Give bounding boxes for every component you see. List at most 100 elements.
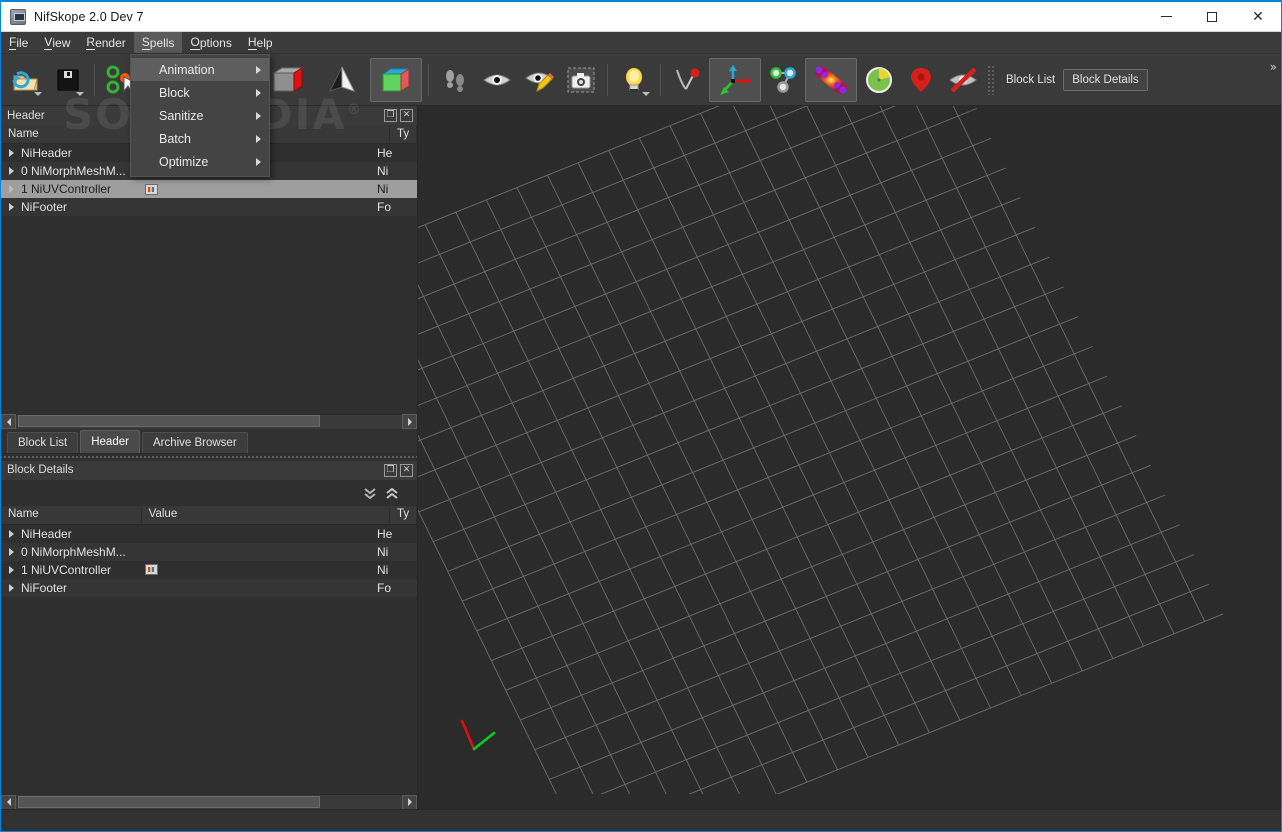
menu-item-batch[interactable]: Batch xyxy=(131,127,269,150)
eye-button[interactable] xyxy=(477,58,517,102)
block-list-toolbar-label[interactable]: Block List xyxy=(998,74,1063,86)
scroll-track[interactable] xyxy=(16,795,402,810)
node-graph-icon xyxy=(770,66,796,93)
float-panel-icon[interactable]: ❐ xyxy=(384,109,397,122)
block-details-toolbar-button[interactable]: Block Details xyxy=(1063,68,1148,91)
toolbar-grip[interactable] xyxy=(987,64,995,95)
scroll-track[interactable] xyxy=(16,414,402,429)
table-row[interactable]: 1 NiUVController Ni xyxy=(1,561,417,579)
menu-view[interactable]: View xyxy=(36,32,78,53)
menu-options[interactable]: Options xyxy=(182,32,239,53)
menu-help[interactable]: Help xyxy=(240,32,281,53)
menu-render[interactable]: Render xyxy=(78,32,133,53)
block-details-horizontal-scrollbar[interactable] xyxy=(1,794,417,810)
menu-item-block[interactable]: Block xyxy=(131,81,269,104)
column-header-name[interactable]: Name xyxy=(1,505,142,524)
axes-gizmo-button[interactable] xyxy=(709,57,761,102)
expand-arrow-icon[interactable] xyxy=(1,167,21,175)
menu-file[interactable]: File xyxy=(1,32,36,53)
menu-spells-label: pells xyxy=(149,35,175,50)
cube-colored-icon xyxy=(381,67,411,92)
expand-arrow-icon[interactable] xyxy=(1,583,21,592)
table-row[interactable]: NiFooter Fo xyxy=(1,578,417,597)
lightbulb-button[interactable] xyxy=(614,58,654,102)
scroll-thumb[interactable] xyxy=(18,795,320,808)
expand-arrow-icon[interactable] xyxy=(1,149,21,157)
menu-item-sanitize[interactable]: Sanitize xyxy=(131,104,269,127)
close-panel-icon[interactable]: ✕ xyxy=(400,463,413,477)
maximize-button[interactable] xyxy=(1189,2,1235,32)
open-file-button[interactable] xyxy=(6,58,46,102)
tab-block-list[interactable]: Block List xyxy=(7,431,79,453)
table-row[interactable]: 1 NiUVController Ni xyxy=(1,180,417,198)
menu-file-label: ile xyxy=(16,35,29,50)
toolbar-overflow-button[interactable]: » xyxy=(1270,60,1277,74)
cube-colored-button[interactable] xyxy=(370,57,422,102)
expand-arrow-icon[interactable] xyxy=(1,565,21,574)
menu-item-optimize-label: Optimize xyxy=(159,154,209,169)
tab-archive-browser[interactable]: Archive Browser xyxy=(141,431,248,453)
table-row[interactable]: NiHeader He xyxy=(1,525,417,543)
color-wheel-button[interactable] xyxy=(859,58,899,102)
row-name: 0 NiMorphMeshM... xyxy=(21,164,126,178)
window-title: NifSkope 2.0 Dev 7 xyxy=(34,9,144,24)
shading-flat-button[interactable] xyxy=(316,58,368,102)
footprints-button[interactable] xyxy=(435,58,475,102)
eye-edit-button[interactable] xyxy=(519,58,559,102)
row-name: NiFooter xyxy=(21,580,68,595)
expand-all-button[interactable] xyxy=(359,483,381,503)
header-horizontal-scrollbar[interactable] xyxy=(1,413,417,429)
header-tree[interactable]: NiHeader He 0 NiMorphMeshM... Ni 1 NiUVC… xyxy=(1,144,417,414)
column-header-value[interactable]: Value xyxy=(142,505,391,524)
expand-arrow-icon[interactable] xyxy=(1,203,21,211)
scroll-left-button[interactable] xyxy=(1,794,16,810)
dock-splitter[interactable] xyxy=(1,453,417,461)
scroll-thumb[interactable] xyxy=(18,415,320,427)
app-icon xyxy=(10,8,26,25)
minimize-button[interactable] xyxy=(1143,2,1189,32)
axes-gizmo-icon xyxy=(720,64,751,95)
menu-spells[interactable]: Spells xyxy=(133,32,183,53)
table-row[interactable]: 0 NiMorphMeshM... Ni xyxy=(1,542,417,561)
toolbar-separator xyxy=(607,63,608,96)
column-header-type[interactable]: Ty xyxy=(390,124,417,144)
block-details-titlebar: Block Details ❐ ✕ xyxy=(1,460,417,480)
expand-arrow-icon[interactable] xyxy=(1,547,21,556)
close-panel-icon[interactable]: ✕ xyxy=(400,109,413,122)
grid-plane xyxy=(418,106,1224,794)
menu-item-animation-label: Animation xyxy=(159,62,215,77)
tab-header[interactable]: Header xyxy=(80,429,140,453)
pin-marker-button[interactable] xyxy=(667,58,707,102)
block-details-tree[interactable]: NiHeader He 0 NiMorphMeshM... Ni 1 NiUVC… xyxy=(1,524,417,794)
color-wheel-icon xyxy=(866,66,892,93)
chevron-double-down-icon xyxy=(364,487,376,499)
table-row[interactable]: NiFooter Fo xyxy=(1,198,417,216)
scroll-right-button[interactable] xyxy=(402,414,417,429)
save-file-button[interactable] xyxy=(48,58,88,102)
axis-x-line xyxy=(472,731,496,751)
float-panel-icon[interactable]: ❐ xyxy=(384,463,397,477)
row-name: 0 NiMorphMeshM... xyxy=(21,544,126,559)
column-header-type[interactable]: Ty xyxy=(390,505,417,524)
bone-weights-button[interactable] xyxy=(805,57,857,102)
expand-arrow-icon[interactable] xyxy=(1,185,21,193)
expand-arrow-icon[interactable] xyxy=(1,529,21,538)
3d-viewport[interactable] xyxy=(418,106,1281,809)
footprints-icon xyxy=(446,69,464,92)
menu-item-sanitize-label: Sanitize xyxy=(159,108,204,123)
scroll-left-button[interactable] xyxy=(1,414,16,429)
menu-item-optimize[interactable]: Optimize xyxy=(131,150,269,173)
eye-disabled-button[interactable] xyxy=(943,58,983,102)
menu-item-animation[interactable]: Animation xyxy=(131,58,269,81)
node-graph-button[interactable] xyxy=(763,58,803,102)
submenu-arrow-icon xyxy=(256,111,261,120)
submenu-arrow-icon xyxy=(256,88,261,97)
map-marker-button[interactable] xyxy=(901,58,941,102)
menu-help-label: elp xyxy=(256,35,273,50)
row-type: He xyxy=(377,526,393,541)
scroll-right-button[interactable] xyxy=(402,794,417,810)
close-button[interactable]: ✕ xyxy=(1235,2,1281,32)
camera-button[interactable] xyxy=(561,58,601,102)
collapse-all-button[interactable] xyxy=(381,483,403,503)
toolbar-separator xyxy=(660,63,661,96)
